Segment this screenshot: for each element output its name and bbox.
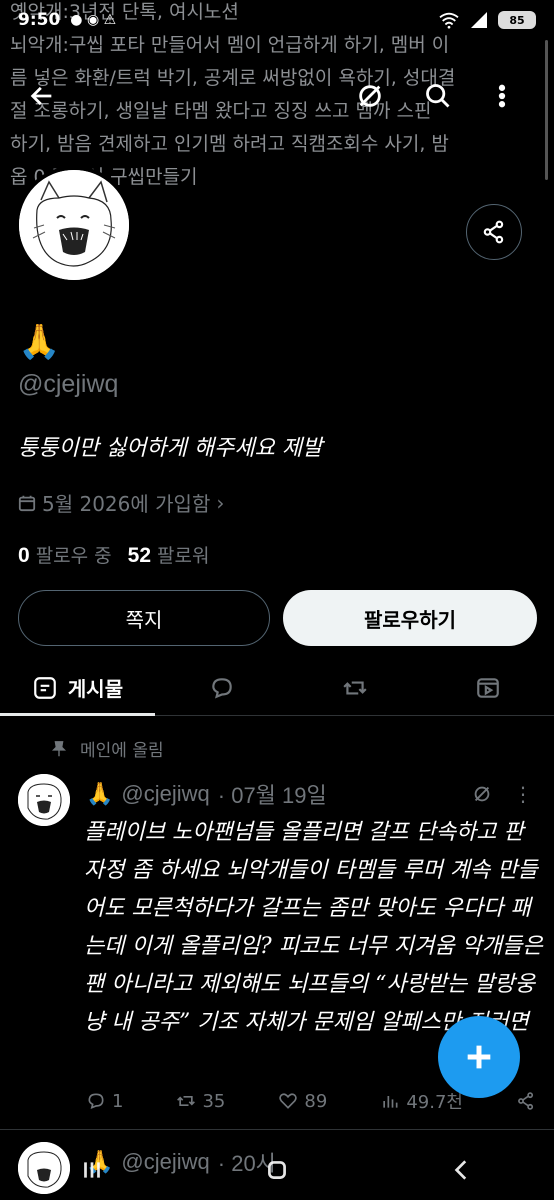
repost-icon xyxy=(342,681,367,694)
profile-handle: @cjejiwq xyxy=(18,370,119,398)
tweet-header-actions: ⋮ xyxy=(471,782,534,806)
compose-button[interactable] xyxy=(438,1016,520,1098)
tweet-header: 🙏 @cjejiwq · 20시 xyxy=(86,1146,494,1178)
plus-icon xyxy=(467,1045,491,1069)
media-icon xyxy=(476,677,499,698)
follow-stats: 0 팔로우 중 52 팔로워 xyxy=(18,541,209,568)
status-right: 85 xyxy=(438,11,536,29)
views-action[interactable]: 49.7천 xyxy=(380,1088,463,1114)
search-icon xyxy=(426,84,450,108)
battery-icon: 85 xyxy=(498,11,536,29)
following-count: 0 xyxy=(18,544,30,567)
profile-avatar[interactable] xyxy=(15,166,133,284)
profile-joined[interactable]: 5월 2026에 가입함 › xyxy=(18,488,224,517)
following-label: 팔로우 중 xyxy=(35,545,112,567)
more-vertical-icon xyxy=(498,84,506,108)
grok-icon[interactable] xyxy=(471,783,493,805)
share-icon xyxy=(518,1092,534,1110)
tweet[interactable]: 🙏 @cjejiwq · 20시 xyxy=(0,1138,554,1200)
tab-reposts[interactable] xyxy=(288,660,421,715)
reply-icon xyxy=(211,677,232,698)
profile-bio: 퉁퉁이만 싫어하게 해주세요 제발 xyxy=(18,436,323,461)
tweet-avatar[interactable] xyxy=(18,774,70,826)
reply-action[interactable]: 1 xyxy=(86,1091,123,1112)
pinned-label: 메인에 올림 xyxy=(80,741,164,761)
tweet-date[interactable]: · 07월 19일 xyxy=(218,778,327,810)
like-count: 89 xyxy=(304,1090,328,1112)
like-action[interactable]: 89 xyxy=(278,1091,327,1112)
tweet-date[interactable]: · 20시 xyxy=(218,1146,276,1178)
wifi-icon xyxy=(439,12,459,29)
profile-display-name: 🙏 xyxy=(18,322,61,362)
share-profile-button[interactable] xyxy=(466,204,522,260)
tweet-author-name[interactable]: 🙏 xyxy=(86,781,113,807)
repost-count: 35 xyxy=(202,1090,226,1112)
share-icon xyxy=(483,220,504,244)
tab-replies[interactable] xyxy=(155,660,288,715)
arrow-left-icon xyxy=(30,86,52,106)
dog-sketch-avatar xyxy=(18,1142,70,1194)
status-time: 9:50 xyxy=(18,10,61,30)
joined-text: 5월 2026에 가입함 xyxy=(42,492,211,516)
views-icon xyxy=(383,1096,398,1108)
tweet-share-action[interactable] xyxy=(516,1091,536,1111)
more-button[interactable] xyxy=(482,76,522,116)
status-bar: 9:50 ● ◉ ⚠ 85 xyxy=(0,0,554,40)
chevron-right-icon: › xyxy=(216,490,225,515)
heart-icon xyxy=(279,1093,298,1109)
tweet-text: 플레이브 노아팬넘들 올플리면 갈프 단속하고 판 자정 좀 하세요 뇌악개들이… xyxy=(84,820,543,1035)
reply-icon xyxy=(88,1093,104,1110)
banner-line: 하기, 밤음 견제하고 인기멤 하려고 직캠조회수 사기, 밤 xyxy=(10,133,449,155)
grok-button[interactable] xyxy=(350,76,390,116)
reply-count: 1 xyxy=(112,1090,124,1112)
repost-icon xyxy=(177,1096,196,1106)
tweet-header: 🙏 @cjejiwq · 07월 19일 xyxy=(86,778,494,810)
followers-label: 팔로워 xyxy=(157,545,210,567)
tab-media[interactable] xyxy=(421,660,554,715)
calendar-icon xyxy=(18,495,36,511)
followers-link[interactable]: 52 팔로워 xyxy=(128,541,210,568)
tweet-author-handle[interactable]: @cjejiwq xyxy=(121,1149,209,1175)
tweet-more-icon[interactable]: ⋮ xyxy=(513,782,534,806)
view-count: 49.7천 xyxy=(406,1092,463,1113)
back-button[interactable] xyxy=(22,76,62,116)
grok-icon xyxy=(359,85,381,107)
dog-sketch-avatar xyxy=(19,170,129,280)
dog-sketch-avatar xyxy=(18,774,70,826)
profile-tabs: 게시물 xyxy=(0,660,554,716)
signal-icon xyxy=(471,12,487,28)
repost-action[interactable]: 35 xyxy=(176,1091,225,1112)
following-link[interactable]: 0 팔로우 중 xyxy=(18,541,112,568)
tweet-author-handle[interactable]: @cjejiwq xyxy=(121,781,209,807)
tweet-avatar[interactable] xyxy=(18,1142,70,1194)
search-button[interactable] xyxy=(418,76,458,116)
pinned-indicator: 메인에 올림 xyxy=(50,736,164,761)
tab-posts-label: 게시물 xyxy=(67,677,124,701)
follow-button[interactable]: 팔로우하기 xyxy=(283,590,537,646)
tweet-author-name[interactable]: 🙏 xyxy=(86,1149,113,1175)
pin-icon xyxy=(51,740,67,756)
tab-posts[interactable]: 게시물 xyxy=(0,660,155,716)
notification-icons: ● ◉ ⚠ xyxy=(70,12,117,28)
followers-count: 52 xyxy=(127,544,152,567)
dm-button[interactable]: 쪽지 xyxy=(18,590,270,646)
top-navigation xyxy=(0,72,554,120)
post-icon xyxy=(34,676,56,699)
